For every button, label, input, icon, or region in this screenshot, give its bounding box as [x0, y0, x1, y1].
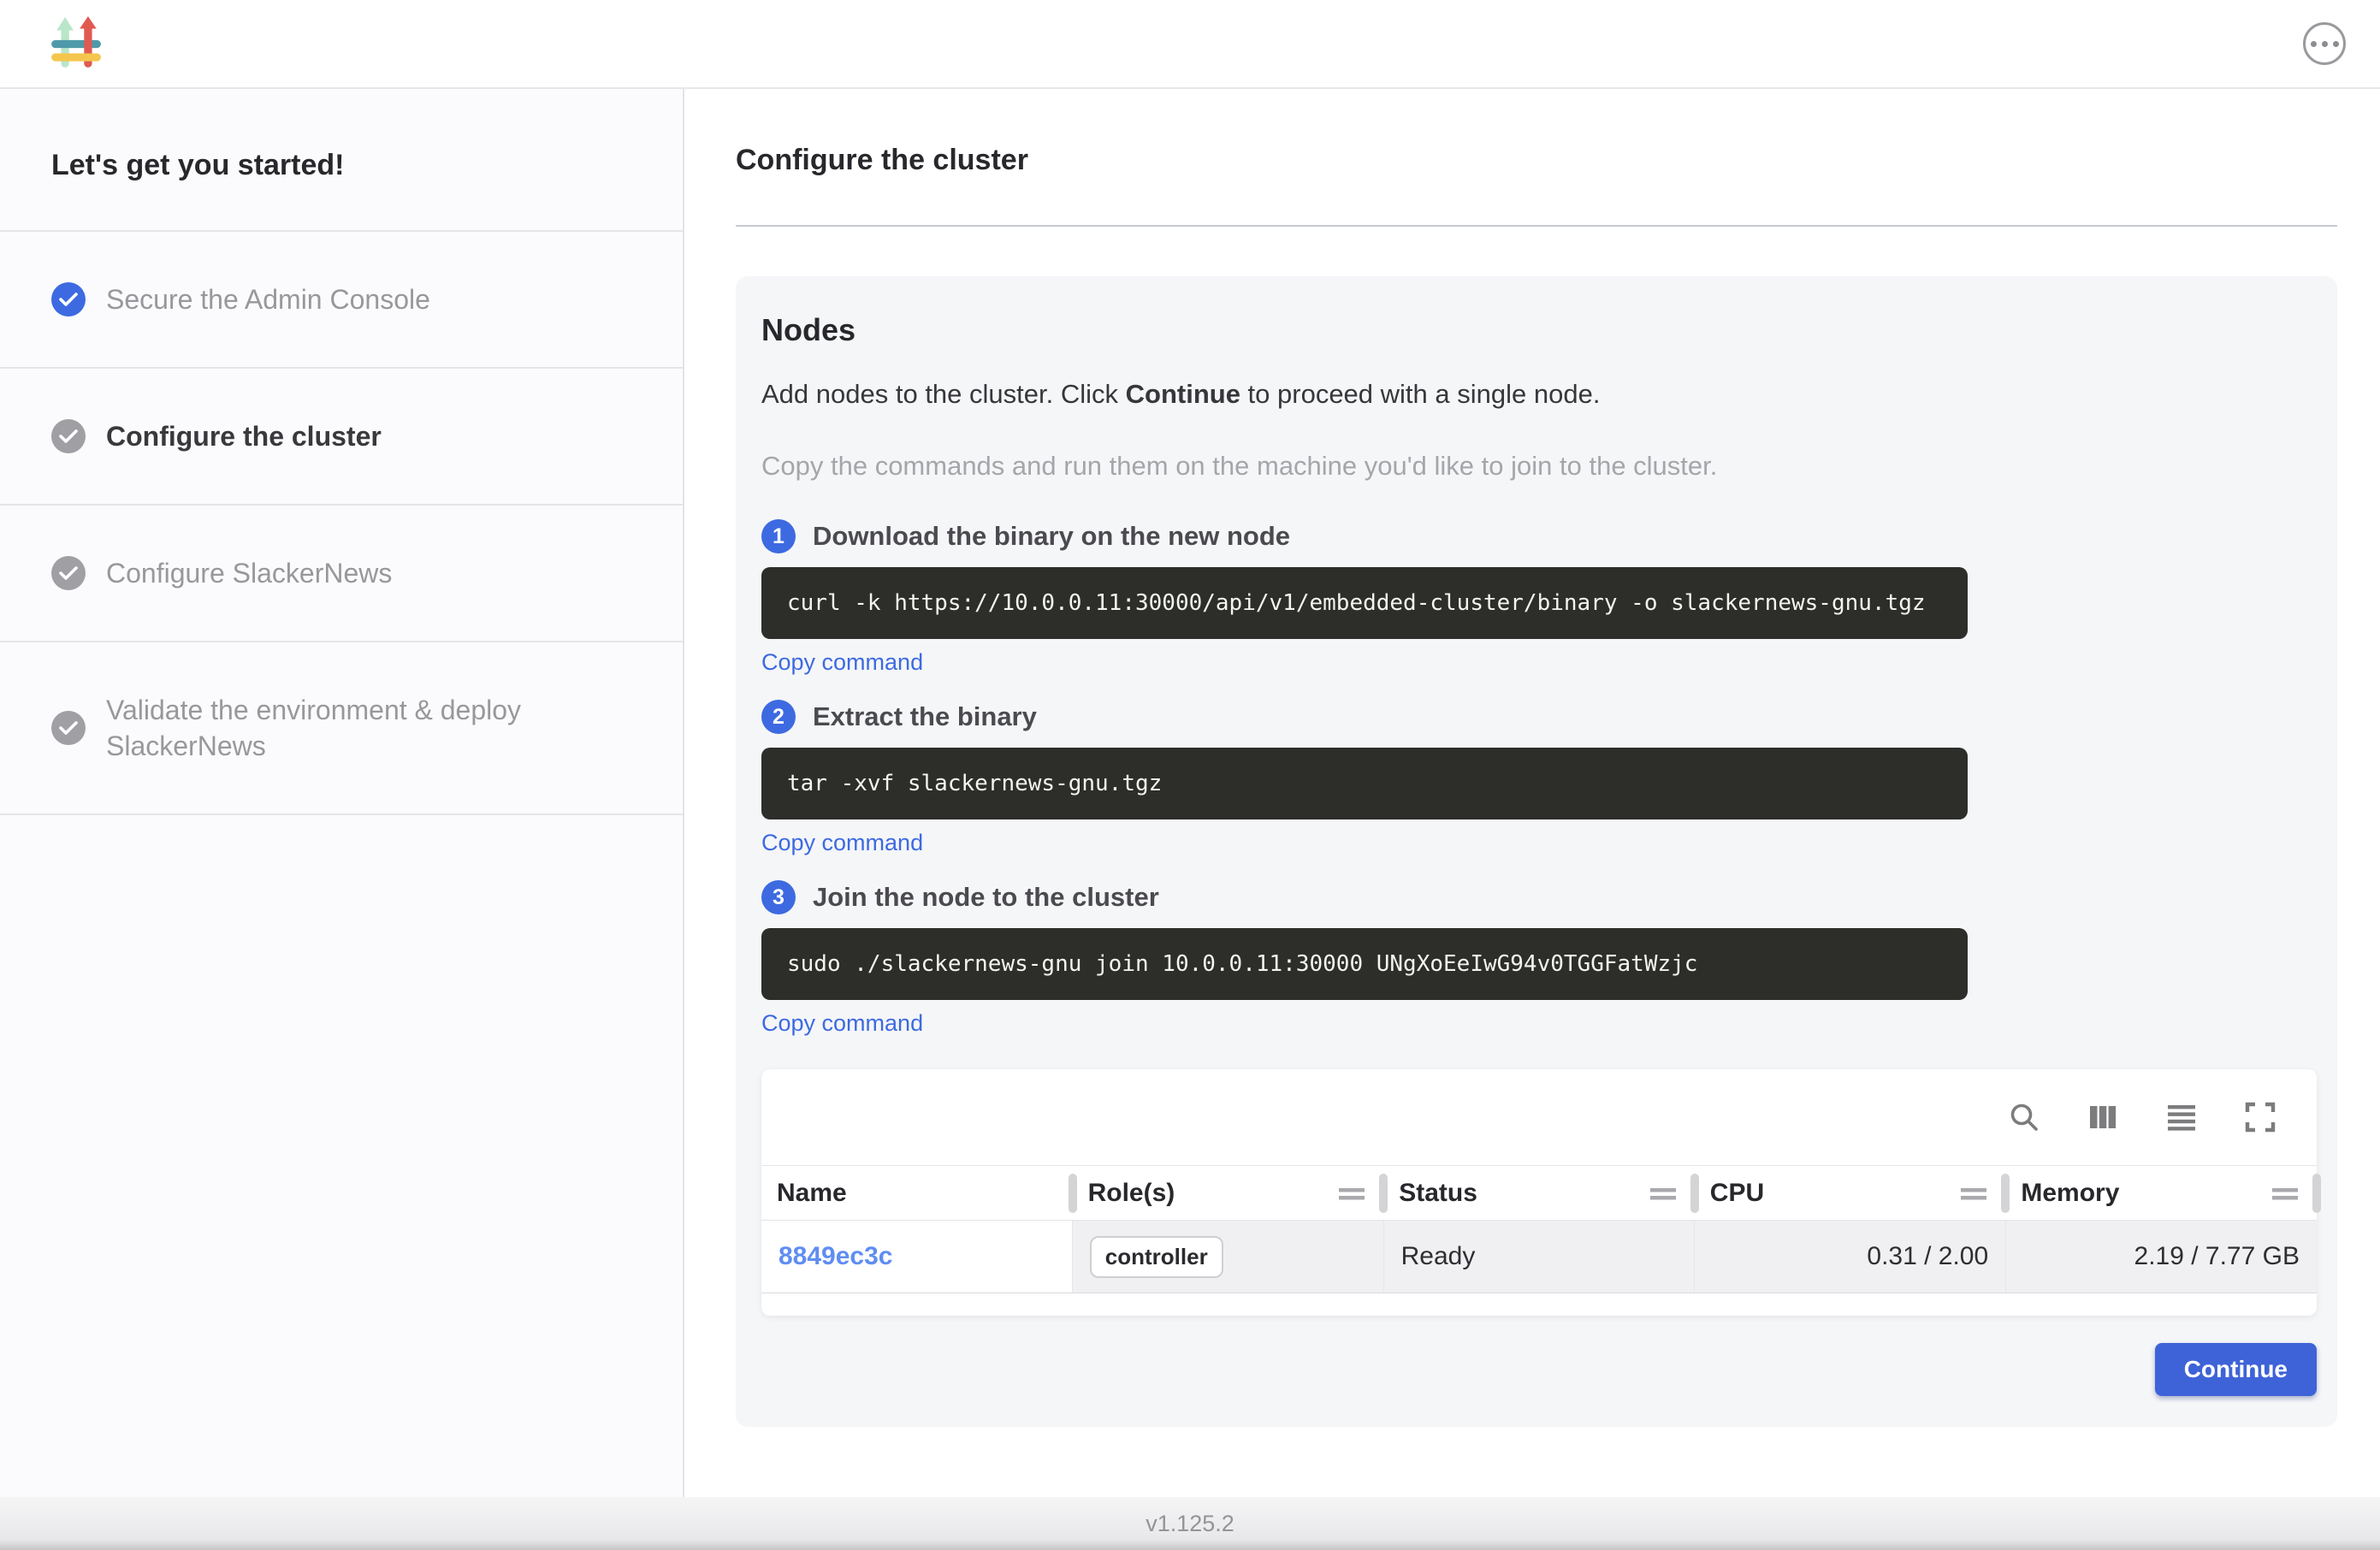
- main-content: Configure the cluster Nodes Add nodes to…: [684, 89, 2380, 1497]
- node-name-cell: 8849ec3c: [761, 1221, 1073, 1293]
- nodes-heading: Nodes: [761, 312, 2317, 348]
- admin-console-app: Let's get you started! Secure the Admin …: [0, 0, 2380, 1550]
- ellipsis-icon: [2322, 41, 2328, 47]
- step-1-copy-command-link[interactable]: Copy command: [761, 649, 923, 676]
- sidebar-item-validate-deploy[interactable]: Validate the environment & deploy Slacke…: [0, 642, 683, 815]
- setup-sidebar: Let's get you started! Secure the Admin …: [0, 89, 684, 1497]
- page-title: Configure the cluster: [736, 144, 2337, 177]
- column-header-memory[interactable]: Memory: [2005, 1166, 2317, 1220]
- check-circle-icon: [51, 282, 86, 317]
- node-roles-cell: controller: [1073, 1221, 1384, 1293]
- top-bar: [0, 0, 2380, 89]
- sidebar-item-label: Secure the Admin Console: [106, 281, 430, 317]
- nodes-intro-text: Add nodes to the cluster. Click Continue…: [761, 379, 2317, 410]
- column-header-status[interactable]: Status: [1383, 1166, 1695, 1220]
- table-row: 8849ec3c controller Ready 0.31 / 2.00 2.…: [761, 1221, 2317, 1293]
- density-icon[interactable]: [2164, 1100, 2199, 1134]
- column-menu-icon[interactable]: [1339, 1179, 1365, 1208]
- nodes-table: Name Role(s) Status: [761, 1165, 2317, 1293]
- step-1-header: 1 Download the binary on the new node: [761, 519, 2317, 553]
- step-2-header: 2 Extract the binary: [761, 700, 2317, 734]
- step-3-number-badge: 3: [761, 880, 796, 914]
- node-cpu-cell: 0.31 / 2.00: [1695, 1221, 2006, 1293]
- overflow-menu-button[interactable]: [2303, 22, 2346, 65]
- check-circle-icon: [51, 711, 86, 745]
- column-header-cpu[interactable]: CPU: [1695, 1166, 2006, 1220]
- check-circle-icon: [51, 419, 86, 453]
- step-3-command-code: sudo ./slackernews-gnu join 10.0.0.11:30…: [761, 928, 1968, 1000]
- node-name-link[interactable]: 8849ec3c: [779, 1242, 892, 1271]
- step-2-copy-command-link[interactable]: Copy command: [761, 830, 923, 856]
- ellipsis-icon: [2311, 41, 2317, 47]
- page-footer: v1.125.2: [0, 1497, 2380, 1550]
- slackernews-logo-icon: [50, 16, 103, 71]
- copy-commands-hint: Copy the commands and run them on the ma…: [761, 451, 2317, 482]
- search-icon[interactable]: [2007, 1100, 2041, 1134]
- column-header-roles[interactable]: Role(s): [1073, 1166, 1384, 1220]
- sidebar-item-configure-cluster[interactable]: Configure the cluster: [0, 369, 683, 506]
- step-3-title: Join the node to the cluster: [813, 882, 1159, 913]
- node-status-cell: Ready: [1384, 1221, 1696, 1293]
- role-chip: controller: [1090, 1236, 1223, 1278]
- sidebar-item-configure-slackernews[interactable]: Configure SlackerNews: [0, 506, 683, 642]
- version-label: v1.125.2: [1146, 1511, 1234, 1537]
- ellipsis-icon: [2333, 41, 2339, 47]
- column-menu-icon[interactable]: [1650, 1179, 1676, 1208]
- step-1-command-code: curl -k https://10.0.0.11:30000/api/v1/e…: [761, 567, 1968, 639]
- step-3-header: 3 Join the node to the cluster: [761, 880, 2317, 914]
- table-header-row: Name Role(s) Status: [761, 1166, 2317, 1221]
- column-menu-icon[interactable]: [1961, 1179, 1986, 1208]
- sidebar-item-secure-admin-console[interactable]: Secure the Admin Console: [0, 232, 683, 369]
- step-2-command-code: tar -xvf slackernews-gnu.tgz: [761, 748, 1968, 819]
- table-toolbar: [761, 1069, 2317, 1165]
- continue-button[interactable]: Continue: [2155, 1343, 2317, 1396]
- sidebar-item-label: Configure the cluster: [106, 418, 382, 454]
- step-2-number-badge: 2: [761, 700, 796, 734]
- step-1-number-badge: 1: [761, 519, 796, 553]
- sidebar-title: Let's get you started!: [0, 89, 683, 232]
- nodes-table-card: Name Role(s) Status: [761, 1069, 2317, 1316]
- sidebar-item-label: Validate the environment & deploy Slacke…: [106, 692, 631, 764]
- column-resize-handle[interactable]: [2312, 1174, 2321, 1213]
- step-1-title: Download the binary on the new node: [813, 521, 1290, 552]
- node-memory-cell: 2.19 / 7.77 GB: [2006, 1221, 2317, 1293]
- title-divider: [736, 225, 2337, 227]
- nodes-card: Nodes Add nodes to the cluster. Click Co…: [736, 276, 2337, 1427]
- step-3-copy-command-link[interactable]: Copy command: [761, 1010, 923, 1037]
- page-body: Let's get you started! Secure the Admin …: [0, 89, 2380, 1497]
- sidebar-item-label: Configure SlackerNews: [106, 555, 392, 591]
- column-menu-icon[interactable]: [2272, 1179, 2298, 1208]
- column-header-name[interactable]: Name: [761, 1166, 1073, 1220]
- step-2-title: Extract the binary: [813, 701, 1037, 732]
- columns-icon[interactable]: [2086, 1100, 2120, 1134]
- check-circle-icon: [51, 556, 86, 590]
- fullscreen-icon[interactable]: [2243, 1100, 2277, 1134]
